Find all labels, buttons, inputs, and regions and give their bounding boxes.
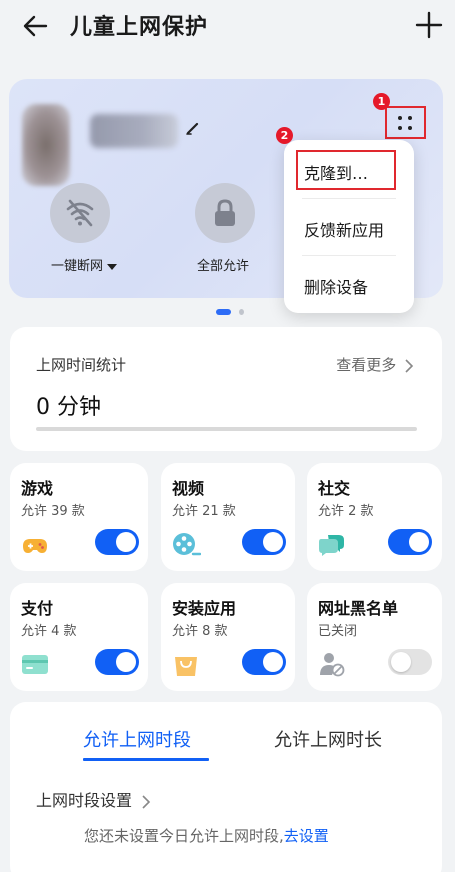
go-settings-link[interactable]: 去设置 [284, 827, 329, 845]
category-card-games[interactable]: 游戏 允许 39 款 [10, 463, 148, 571]
category-name: 网址黑名单 [318, 599, 399, 618]
clone-highlight [296, 150, 396, 190]
video-reel-icon [173, 533, 201, 556]
category-card-video[interactable]: 视频 允许 21 款 [161, 463, 295, 571]
time-progress-bar [36, 427, 417, 431]
page-title: 儿童上网保护 [70, 15, 209, 40]
category-name: 社交 [318, 479, 351, 498]
category-name: 游戏 [21, 479, 54, 498]
device-name-redacted [90, 114, 178, 148]
menu-divider [302, 255, 396, 256]
category-name: 安装应用 [172, 599, 237, 618]
time-stats-card: 上网时间统计 查看更多 0 分钟 [10, 327, 442, 451]
time-stats-value: 0 分钟 [36, 395, 101, 420]
category-name: 支付 [21, 599, 54, 618]
category-card-install-apps[interactable]: 安装应用 允许 8 款 [161, 583, 295, 691]
edit-icon[interactable] [185, 120, 201, 136]
back-arrow-icon[interactable] [20, 10, 52, 42]
card-icon [22, 655, 48, 674]
user-blocked-icon [320, 653, 345, 677]
toggle-knob [409, 532, 429, 552]
category-toggle[interactable] [388, 649, 432, 675]
period-card: 允许上网时段 允许上网时长 上网时段设置 您还未设置今日允许上网时段,去设置 [10, 702, 442, 872]
menu-divider [302, 198, 396, 199]
lock-icon [215, 199, 235, 226]
category-count: 允许 4 款 [21, 624, 77, 639]
category-card-social[interactable]: 社交 允许 2 款 [307, 463, 442, 571]
category-count: 允许 8 款 [172, 624, 228, 639]
more-options-highlight [385, 106, 426, 139]
page-indicator-active [216, 309, 231, 315]
tab-allowed-periods[interactable]: 允许上网时段 [83, 726, 191, 752]
category-name: 视频 [172, 479, 205, 498]
dropdown-caret-icon [107, 263, 118, 270]
category-card-payment[interactable]: 支付 允许 4 款 [10, 583, 148, 691]
category-count: 已关闭 [318, 624, 358, 639]
category-count: 允许 2 款 [318, 504, 374, 519]
allow-all-label[interactable]: 全部允许 [197, 255, 249, 274]
category-count: 允许 21 款 [172, 504, 236, 519]
category-toggle[interactable] [242, 529, 286, 555]
toggle-knob [263, 652, 283, 672]
category-toggle[interactable] [95, 649, 139, 675]
chevron-right-icon [405, 358, 414, 373]
menu-item-feedback-new-app[interactable]: 反馈新应用 [304, 217, 384, 241]
tab-allowed-duration[interactable]: 允许上网时长 [274, 726, 382, 752]
disconnect-network-label[interactable]: 一键断网 [51, 255, 118, 274]
chat-bubbles-icon [319, 535, 344, 556]
device-avatar [22, 104, 70, 186]
category-toggle[interactable] [388, 529, 432, 555]
allow-all-button[interactable] [195, 183, 255, 243]
step-badge-2: 2 [276, 127, 293, 144]
top-bar: 儿童上网保护 [0, 0, 455, 56]
wifi-off-icon [66, 199, 94, 227]
category-card-url-blacklist[interactable]: 网址黑名单 已关闭 [307, 583, 442, 691]
active-tab-indicator [83, 758, 209, 761]
step-badge-1: 1 [373, 93, 390, 110]
category-toggle[interactable] [95, 529, 139, 555]
disconnect-network-button[interactable] [50, 183, 110, 243]
page-indicator[interactable] [239, 309, 244, 315]
gamepad-icon [23, 539, 47, 553]
period-empty-note: 您还未设置今日允许上网时段,去设置 [84, 827, 329, 845]
shopping-bag-icon [175, 657, 197, 676]
category-toggle[interactable] [242, 649, 286, 675]
chevron-right-icon [142, 794, 151, 809]
menu-item-delete-device[interactable]: 删除设备 [304, 274, 368, 298]
time-stats-title: 上网时间统计 [36, 356, 127, 374]
period-settings-link[interactable]: 上网时段设置 [36, 787, 151, 811]
toggle-knob [116, 532, 136, 552]
toggle-knob [116, 652, 136, 672]
toggle-knob [263, 532, 283, 552]
toggle-knob [391, 652, 411, 672]
add-icon[interactable] [414, 10, 444, 40]
category-count: 允许 39 款 [21, 504, 85, 519]
view-more-link[interactable]: 查看更多 [336, 354, 414, 375]
